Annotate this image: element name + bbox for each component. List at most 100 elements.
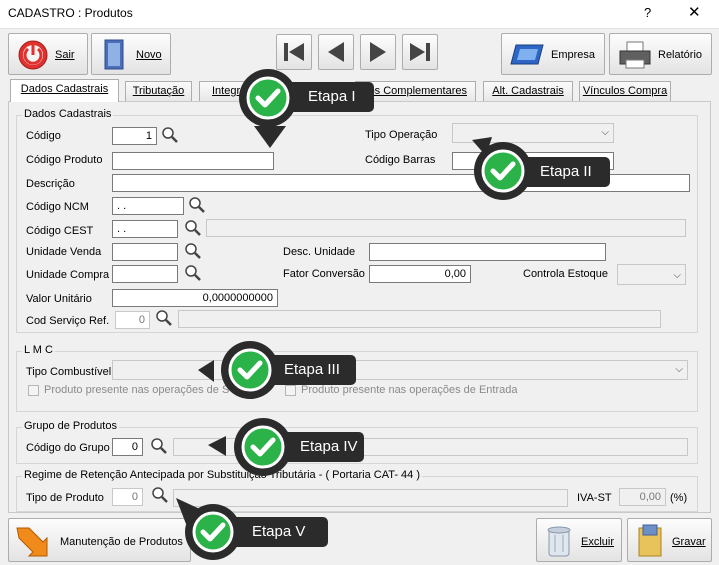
etapa-3-check-icon	[221, 341, 279, 399]
last-icon	[410, 43, 430, 61]
cest-label: Código CEST	[26, 225, 94, 237]
etapa-4-check-icon	[234, 418, 292, 476]
empresa-button[interactable]: Empresa	[501, 33, 605, 75]
unidade-compra-input[interactable]	[112, 265, 178, 283]
relatorio-label: Relatório	[658, 49, 703, 61]
save-folder-icon	[638, 524, 662, 557]
desc-unidade-input[interactable]	[369, 243, 606, 261]
entrada-checkbox[interactable]	[285, 385, 296, 396]
regime-title: Regime de Retenção Antecipada por Substi…	[22, 469, 422, 481]
tab-label: Tributação	[132, 85, 185, 97]
tipo-produto-search-icon[interactable]	[151, 486, 169, 504]
controla-estoque-label: Controla Estoque	[523, 268, 608, 280]
tab-label: Dados Cadastrais	[20, 83, 109, 95]
previous-icon	[328, 42, 344, 62]
empresa-label: Empresa	[551, 49, 596, 61]
company-icon	[510, 44, 544, 65]
etapa-2-check-icon	[474, 142, 532, 200]
cest-description-field	[206, 219, 686, 237]
iva-percent-label: (%)	[670, 492, 688, 504]
tipo-produto-input[interactable]: 0	[112, 488, 143, 506]
close-button[interactable]: ✕	[688, 3, 701, 21]
tab-alt-cadastrais[interactable]: Alt. Cadastrais	[483, 81, 573, 101]
help-button[interactable]: ?	[644, 5, 651, 20]
unidade-venda-input[interactable]	[112, 243, 178, 261]
manutencao-produtos-button[interactable]: Manutenção de Produtos	[8, 518, 191, 562]
etapa-1-label: Etapa I	[308, 88, 356, 105]
codigo-grupo-input[interactable]: 0	[112, 438, 143, 456]
first-record-button[interactable]	[276, 34, 312, 70]
excluir-label: Excluir	[581, 536, 615, 548]
tipo-produto-label: Tipo de Produto	[26, 492, 104, 504]
iva-st-label: IVA-ST	[577, 492, 612, 504]
codigo-barras-label: Código Barras	[365, 154, 436, 166]
unidade-venda-label: Unidade Venda	[26, 246, 102, 258]
etapa-5-label: Etapa V	[252, 523, 306, 540]
chevron-down-icon: ⌵	[675, 364, 683, 375]
chevron-down-icon: ⌵	[673, 270, 681, 281]
fator-conversao-input[interactable]: 0,00	[369, 265, 471, 283]
cod-servico-label: Cod Serviço Ref.	[26, 315, 110, 327]
new-document-icon	[104, 39, 124, 70]
ncm-label: Código NCM	[26, 201, 89, 213]
dados-cadastrais-title: Dados Cadastrais	[22, 108, 114, 120]
novo-label: Novo	[136, 49, 162, 61]
unidade-venda-search-icon[interactable]	[184, 242, 202, 260]
codigo-produto-input[interactable]	[112, 152, 274, 170]
cod-servico-search-icon[interactable]	[155, 309, 173, 327]
cest-search-icon[interactable]	[184, 219, 202, 237]
window-title: CADASTRO : Produtos	[8, 6, 133, 20]
codigo-input[interactable]: 1	[112, 127, 157, 145]
relatorio-button[interactable]: Relatório	[609, 33, 712, 75]
etapa-4-label: Etapa IV	[300, 438, 358, 455]
next-record-button[interactable]	[360, 34, 396, 70]
excluir-button[interactable]: Excluir	[536, 518, 622, 562]
cest-input[interactable]: . .	[112, 220, 178, 238]
valor-unitario-input[interactable]: 0,0000000000	[112, 289, 278, 307]
etapa-4-pointer	[208, 436, 226, 456]
printer-icon	[619, 41, 651, 69]
novo-button[interactable]: Novo	[91, 33, 171, 75]
ncm-search-icon[interactable]	[188, 196, 206, 214]
codigo-search-icon[interactable]	[161, 126, 179, 144]
etapa-1-check-icon	[239, 69, 297, 127]
gravar-label: Gravar	[672, 536, 706, 548]
codigo-label: Código	[26, 130, 61, 142]
sair-button[interactable]: Sair	[8, 33, 88, 75]
gravar-button[interactable]: Gravar	[627, 518, 712, 562]
entrada-checkbox-label: Produto presente nas operações de Entrad…	[301, 384, 518, 396]
unidade-compra-search-icon[interactable]	[184, 264, 202, 282]
controla-estoque-select[interactable]: ⌵	[617, 264, 686, 285]
valor-unitario-label: Valor Unitário	[26, 293, 92, 305]
chevron-down-icon: ⌵	[601, 127, 609, 138]
codigo-grupo-search-icon[interactable]	[150, 437, 168, 455]
tab-tributacao[interactable]: Tributação	[125, 81, 192, 101]
cod-servico-description-field	[178, 310, 661, 328]
previous-record-button[interactable]	[318, 34, 354, 70]
tab-vinculos-compra[interactable]: Vínculos Compra	[579, 81, 671, 101]
codigo-grupo-label: Código do Grupo	[26, 442, 110, 454]
fator-conversao-label: Fator Conversão	[283, 268, 365, 280]
iva-st-input[interactable]: 0,00	[619, 488, 666, 506]
ncm-input[interactable]: . .	[112, 197, 184, 215]
descricao-label: Descrição	[26, 178, 75, 190]
lmc-title: L M C	[22, 344, 55, 356]
saida-checkbox[interactable]	[28, 385, 39, 396]
etapa-3-label: Etapa III	[284, 361, 340, 378]
tab-label: os Complementares	[368, 85, 467, 97]
cod-servico-input[interactable]: 0	[115, 311, 150, 329]
tab-label: Alt. Cadastrais	[492, 85, 564, 97]
tab-label: Vínculos Compra	[582, 85, 668, 97]
sair-label: Sair	[55, 49, 75, 61]
next-icon	[370, 42, 386, 62]
first-icon	[284, 43, 304, 61]
last-record-button[interactable]	[402, 34, 438, 70]
title-bar: CADASTRO : Produtos ? ✕	[0, 0, 719, 29]
manutencao-label: Manutenção de Produtos	[60, 536, 183, 548]
trash-icon	[547, 526, 571, 557]
tipo-combustivel-label: Tipo Combustível	[26, 366, 112, 378]
tab-dados-cadastrais[interactable]: Dados Cadastrais	[10, 79, 119, 102]
codigo-produto-label: Código Produto	[26, 154, 103, 166]
desc-unidade-label: Desc. Unidade	[283, 246, 356, 258]
etapa-2-label: Etapa II	[540, 163, 592, 180]
